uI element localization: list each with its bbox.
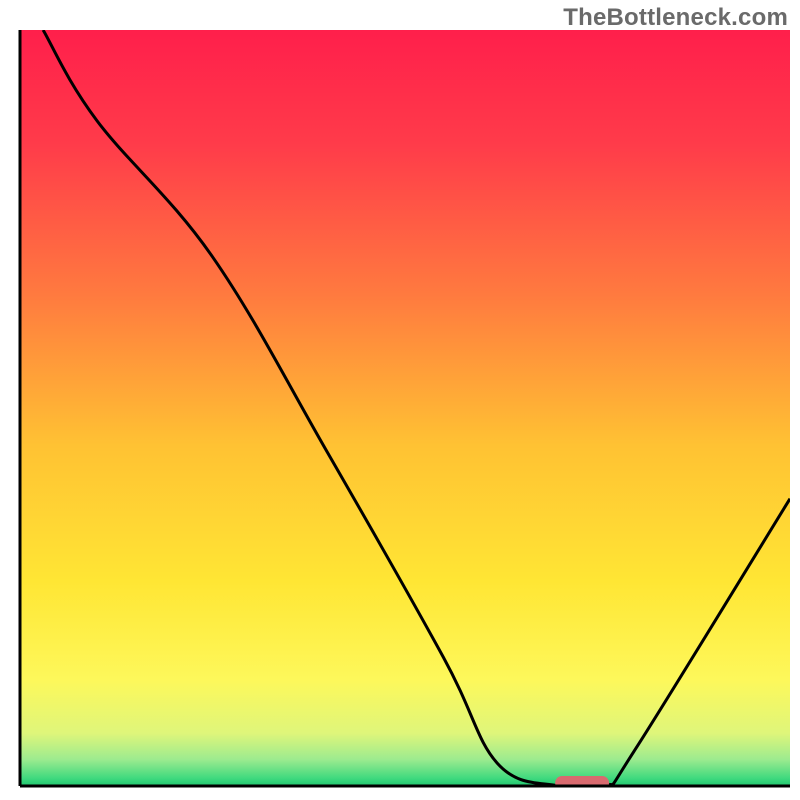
chart-container: TheBottleneck.com: [0, 0, 800, 800]
optimal-range-marker: [555, 776, 609, 790]
gradient-background: [20, 30, 790, 786]
bottleneck-chart: [0, 0, 800, 800]
